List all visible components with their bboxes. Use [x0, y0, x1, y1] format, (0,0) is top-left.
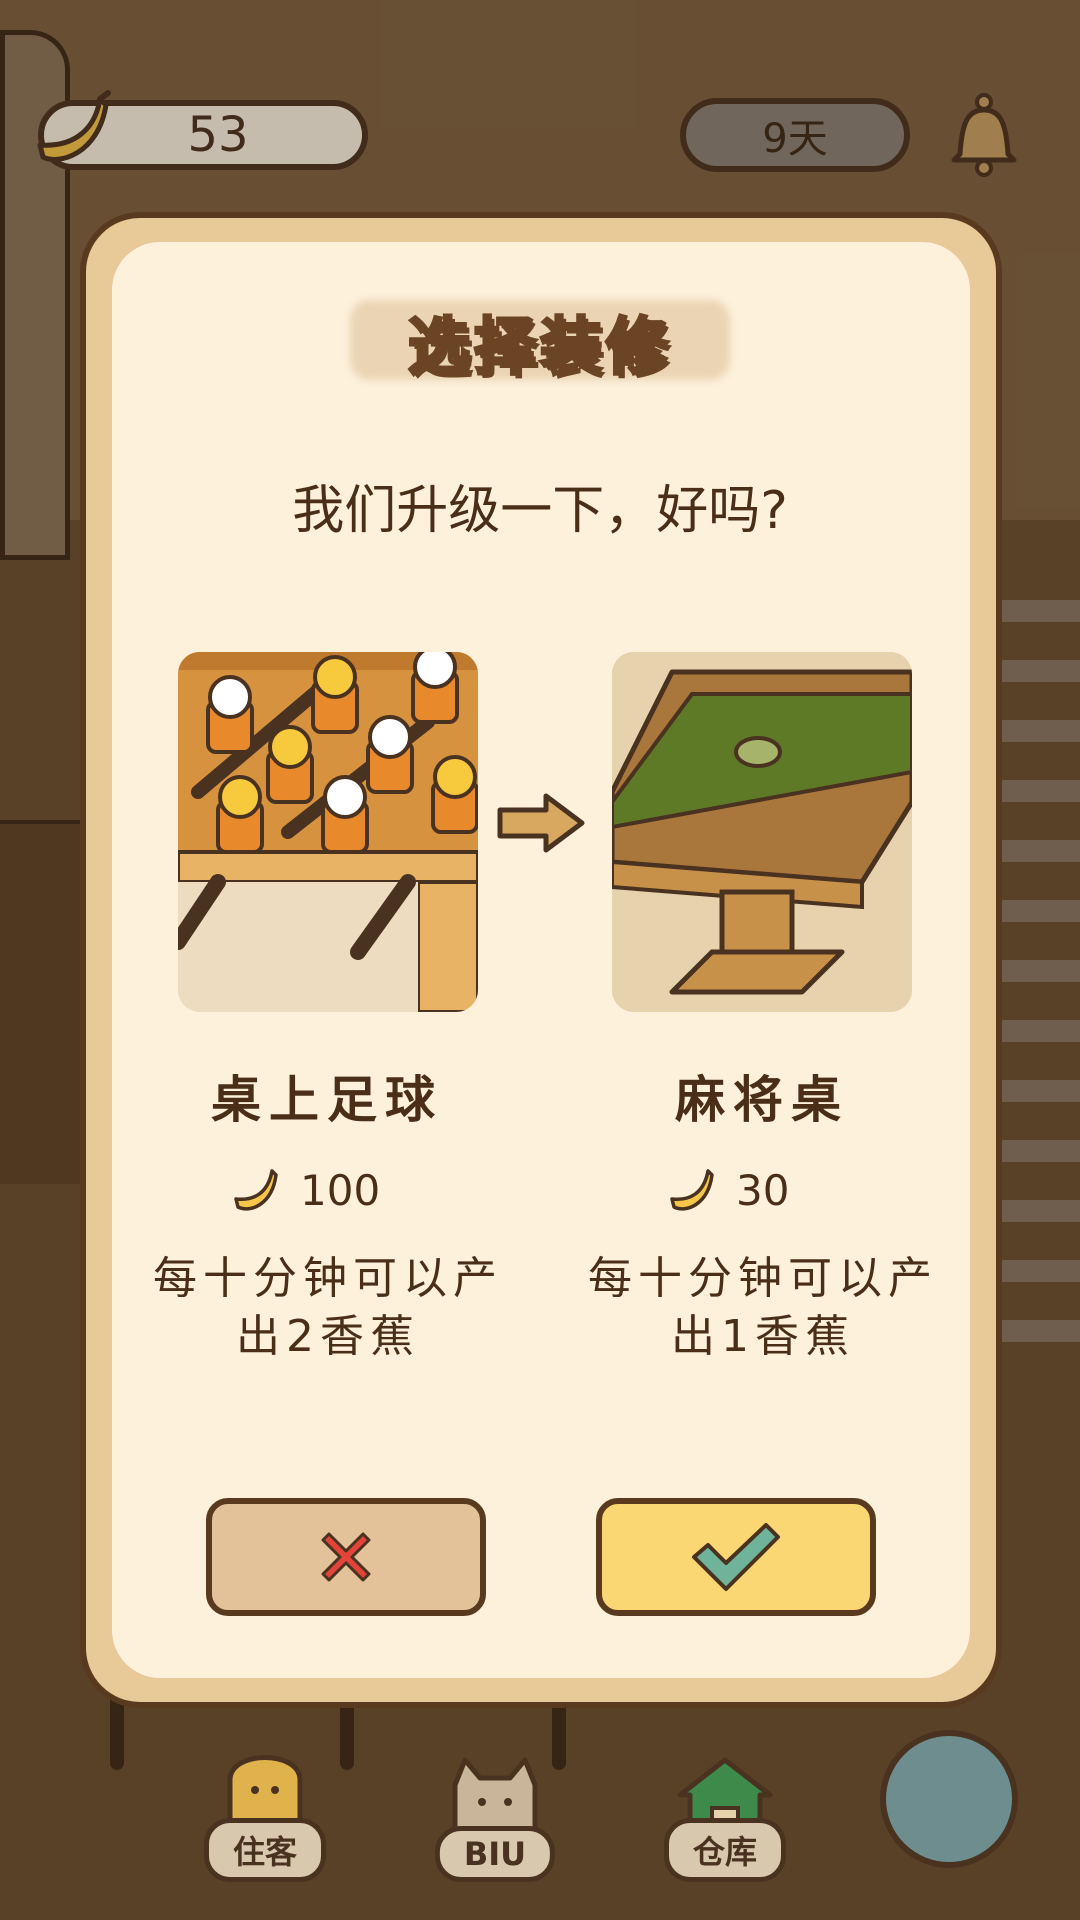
banana-icon [670, 1169, 714, 1211]
mahjong-table-image [612, 652, 912, 1012]
from-item-name: 桌上足球 [211, 1071, 443, 1129]
confirm-button[interactable] [596, 1498, 876, 1616]
yarn-ball-icon[interactable] [880, 1730, 1018, 1868]
nav-guests[interactable]: 住客 [190, 1740, 340, 1890]
to-item-name: 麻将桌 [675, 1071, 849, 1129]
from-item-price-value: 100 [300, 1165, 381, 1215]
dialog-question: 我们升级一下，好吗? [292, 481, 788, 541]
close-x-icon [321, 1532, 371, 1582]
to-item-description: 每十分钟可以产出1香蕉 [588, 1253, 938, 1362]
nav-biu-label: BIU [434, 1826, 556, 1882]
banana-icon [234, 1169, 278, 1211]
nav-storage-label: 仓库 [663, 1818, 787, 1882]
nav-guests-label: 住客 [203, 1818, 327, 1882]
nav-biu[interactable]: BIU [420, 1740, 570, 1890]
dialog-title: 选择装修 [406, 309, 672, 385]
from-item-price: 100 [232, 1165, 380, 1215]
checkmark-icon [692, 1523, 780, 1591]
cancel-button[interactable] [206, 1498, 486, 1616]
nav-storage[interactable]: 仓库 [650, 1740, 800, 1890]
to-item-price-value: 30 [736, 1165, 790, 1215]
foosball-image [178, 652, 478, 1012]
arrow-right-icon [497, 793, 585, 853]
from-item-description: 每十分钟可以产出2香蕉 [153, 1253, 503, 1362]
to-item-price: 30 [668, 1165, 789, 1215]
